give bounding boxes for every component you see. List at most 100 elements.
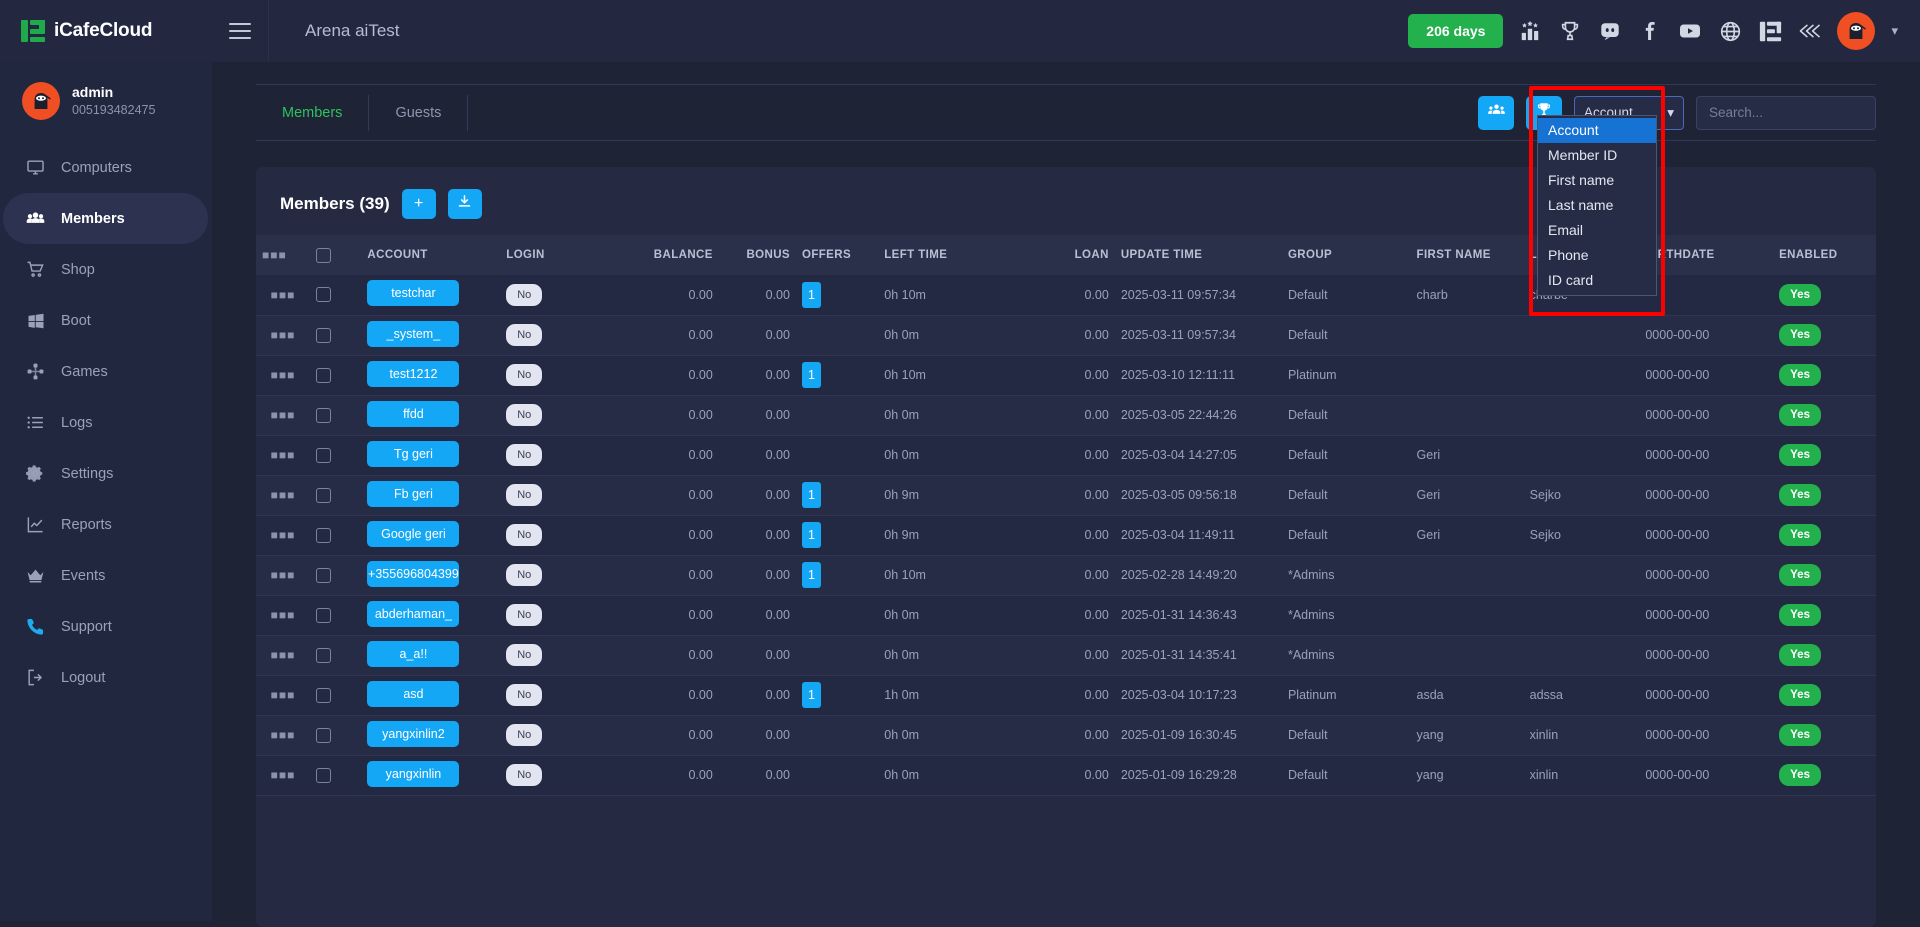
- enabled-pill[interactable]: Yes: [1779, 444, 1821, 466]
- table-row[interactable]: ■■■ffddNo0.000.000h 0m0.002025-03-05 22:…: [256, 395, 1876, 435]
- account-pill[interactable]: +355696804399: [367, 561, 459, 587]
- enabled-pill[interactable]: Yes: [1779, 564, 1821, 586]
- search-field-dropdown-list[interactable]: AccountMember IDFirst nameLast nameEmail…: [1537, 115, 1657, 296]
- table-row[interactable]: ■■■asdNo0.000.0011h 0m0.002025-03-04 10:…: [256, 675, 1876, 715]
- more-options-icon[interactable]: ■■■: [271, 768, 296, 782]
- col-bonus[interactable]: BONUS: [719, 235, 796, 275]
- table-row[interactable]: ■■■_system_No0.000.000h 0m0.002025-03-11…: [256, 315, 1876, 355]
- offers-pill[interactable]: 1: [802, 682, 821, 708]
- more-options-icon[interactable]: ■■■: [271, 648, 296, 662]
- ranking-icon[interactable]: [1517, 18, 1543, 44]
- more-options-icon[interactable]: ■■■: [271, 488, 296, 502]
- sidebar-item-events[interactable]: Events: [0, 550, 212, 601]
- enabled-pill[interactable]: Yes: [1779, 684, 1821, 706]
- account-pill[interactable]: _system_: [367, 321, 459, 347]
- row-select[interactable]: [310, 315, 361, 355]
- hamburger-icon[interactable]: [212, 0, 268, 62]
- table-row[interactable]: ■■■Google geriNo0.000.0010h 9m0.002025-0…: [256, 515, 1876, 555]
- row-select[interactable]: [310, 635, 361, 675]
- table-row[interactable]: ■■■yangxinlinNo0.000.000h 0m0.002025-01-…: [256, 755, 1876, 795]
- table-row[interactable]: ■■■+355696804399No0.000.0010h 10m0.00202…: [256, 555, 1876, 595]
- enabled-pill[interactable]: Yes: [1779, 524, 1821, 546]
- row-checkbox[interactable]: [316, 648, 331, 663]
- col-login[interactable]: LOGIN: [500, 235, 600, 275]
- row-checkbox[interactable]: [316, 488, 331, 503]
- add-member-button[interactable]: +: [402, 189, 436, 219]
- cell-account[interactable]: Fb geri: [361, 475, 500, 515]
- cell-account[interactable]: yangxinlin2: [361, 715, 500, 755]
- sidebar-item-boot[interactable]: Boot: [0, 295, 212, 346]
- dropdown-option-email[interactable]: Email: [1538, 218, 1656, 243]
- row-checkbox[interactable]: [316, 408, 331, 423]
- cell-account[interactable]: testchar: [361, 275, 500, 315]
- more-options-icon[interactable]: ■■■: [271, 528, 296, 542]
- row-checkbox[interactable]: [316, 608, 331, 623]
- account-pill[interactable]: yangxinlin2: [367, 721, 459, 747]
- row-actions[interactable]: ■■■: [256, 435, 310, 475]
- members-group-button[interactable]: [1478, 96, 1514, 130]
- row-select[interactable]: [310, 395, 361, 435]
- row-actions[interactable]: ■■■: [256, 395, 310, 435]
- more-options-icon[interactable]: ■■■: [271, 408, 296, 422]
- row-actions[interactable]: ■■■: [256, 755, 310, 795]
- sidebar-item-logs[interactable]: Logs: [0, 397, 212, 448]
- table-row[interactable]: ■■■yangxinlin2No0.000.000h 0m0.002025-01…: [256, 715, 1876, 755]
- row-select[interactable]: [310, 275, 361, 315]
- row-actions[interactable]: ■■■: [256, 475, 310, 515]
- row-actions[interactable]: ■■■: [256, 355, 310, 395]
- row-checkbox[interactable]: [316, 287, 331, 302]
- cell-account[interactable]: ffdd: [361, 395, 500, 435]
- cell-account[interactable]: yangxinlin: [361, 755, 500, 795]
- row-checkbox[interactable]: [316, 368, 331, 383]
- cell-account[interactable]: asd: [361, 675, 500, 715]
- tab-guests[interactable]: Guests: [369, 95, 468, 131]
- offers-pill[interactable]: 1: [802, 522, 821, 548]
- col-enabled[interactable]: ENABLED: [1773, 235, 1876, 275]
- gamersgear-icon[interactable]: [1797, 18, 1823, 44]
- days-remaining-badge[interactable]: 206 days: [1408, 14, 1503, 48]
- trophy-icon[interactable]: [1557, 18, 1583, 44]
- offers-pill[interactable]: 1: [802, 562, 821, 588]
- cell-account[interactable]: a_a!!: [361, 635, 500, 675]
- row-checkbox[interactable]: [316, 688, 331, 703]
- sidebar-item-logout[interactable]: Logout: [0, 652, 212, 703]
- account-pill[interactable]: testchar: [367, 280, 459, 306]
- enabled-pill[interactable]: Yes: [1779, 644, 1821, 666]
- sidebar-item-games[interactable]: Games: [0, 346, 212, 397]
- dropdown-option-member-id[interactable]: Member ID: [1538, 143, 1656, 168]
- table-row[interactable]: ■■■abderhaman_No0.000.000h 0m0.002025-01…: [256, 595, 1876, 635]
- account-pill[interactable]: asd: [367, 681, 459, 707]
- dropdown-option-phone[interactable]: Phone: [1538, 243, 1656, 268]
- dropdown-option-id-card[interactable]: ID card: [1538, 268, 1656, 293]
- enabled-pill[interactable]: Yes: [1779, 484, 1821, 506]
- col-group[interactable]: GROUP: [1282, 235, 1411, 275]
- more-options-icon[interactable]: ■■■: [271, 288, 296, 302]
- enabled-pill[interactable]: Yes: [1779, 404, 1821, 426]
- cell-account[interactable]: abderhaman_: [361, 595, 500, 635]
- row-checkbox[interactable]: [316, 768, 331, 783]
- sidebar-item-members[interactable]: Members: [3, 193, 208, 244]
- account-pill[interactable]: test1212: [367, 361, 459, 387]
- search-input[interactable]: [1696, 96, 1876, 130]
- dropdown-option-account[interactable]: Account: [1538, 118, 1656, 143]
- col-balance[interactable]: BALANCE: [601, 235, 719, 275]
- enabled-pill[interactable]: Yes: [1779, 604, 1821, 626]
- sidebar-item-computers[interactable]: Computers: [0, 142, 212, 193]
- sidebar-item-support[interactable]: Support: [0, 601, 212, 652]
- account-pill[interactable]: abderhaman_: [367, 601, 459, 627]
- account-pill[interactable]: Fb geri: [367, 481, 459, 507]
- row-select[interactable]: [310, 515, 361, 555]
- account-pill[interactable]: ffdd: [367, 401, 459, 427]
- more-options-icon[interactable]: ■■■: [271, 328, 296, 342]
- row-select[interactable]: [310, 475, 361, 515]
- sidebar-profile[interactable]: admin 005193482475: [0, 62, 212, 142]
- row-checkbox[interactable]: [316, 448, 331, 463]
- youtube-icon[interactable]: [1677, 18, 1703, 44]
- col-left-time[interactable]: LEFT TIME: [878, 235, 1037, 275]
- row-select[interactable]: [310, 595, 361, 635]
- sidebar-item-reports[interactable]: Reports: [0, 499, 212, 550]
- cell-account[interactable]: test1212: [361, 355, 500, 395]
- col-offers[interactable]: OFFERS: [796, 235, 878, 275]
- row-checkbox[interactable]: [316, 728, 331, 743]
- brand[interactable]: iCafeCloud: [0, 0, 212, 62]
